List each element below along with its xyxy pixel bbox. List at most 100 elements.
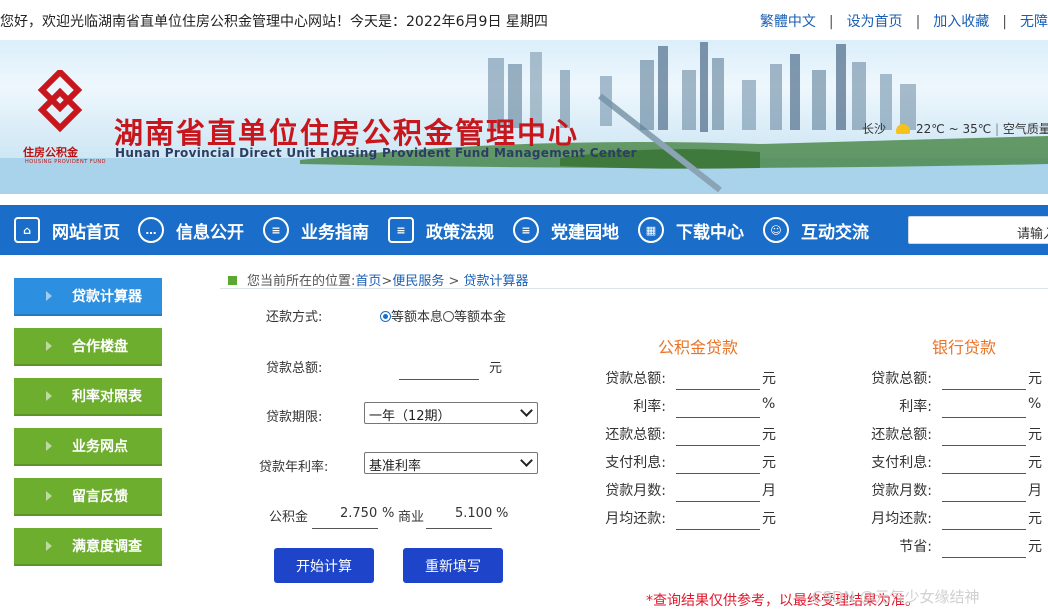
repay-method-label: 还款方式: bbox=[266, 310, 323, 325]
nav-guide[interactable]: ≡ 业务指南 bbox=[263, 205, 369, 255]
nav-party[interactable]: ≡ 党建园地 bbox=[513, 205, 619, 255]
calculate-button[interactable]: 开始计算 bbox=[274, 548, 374, 583]
loan-term-label: 贷款期限: bbox=[266, 410, 323, 425]
savings-unit: 元 bbox=[1028, 539, 1042, 555]
gjj-total-field bbox=[676, 389, 760, 390]
set-homepage-link[interactable]: 设为首页 bbox=[847, 14, 903, 30]
gjj-result-label: 利率: bbox=[633, 399, 666, 415]
book-icon: ≡ bbox=[263, 217, 289, 243]
gjj-result-label: 贷款总额: bbox=[605, 371, 666, 387]
repay-method-options: 等额本息 等额本金 bbox=[380, 306, 506, 325]
chat-icon: … bbox=[138, 217, 164, 243]
bank-months-field bbox=[942, 501, 1026, 502]
sidebar-item-service-outlets[interactable]: 业务网点 bbox=[14, 428, 162, 466]
bank-result-title: 银行贷款 bbox=[932, 338, 997, 357]
document-icon: ≡ bbox=[513, 217, 539, 243]
sidebar-item-label: 合作楼盘 bbox=[72, 339, 128, 355]
weather-widget: 长沙 22℃ ~ 35℃ | 空气质量 bbox=[862, 120, 1048, 137]
sidebar-item-survey[interactable]: 满意度调查 bbox=[14, 528, 162, 566]
chevron-down-icon bbox=[520, 404, 533, 417]
gjj-result-unit: 元 bbox=[762, 427, 776, 443]
user-icon: ☺ bbox=[763, 217, 789, 243]
sidebar-item-loan-calculator[interactable]: 贷款计算器 bbox=[14, 278, 162, 316]
search-input[interactable]: 请输入 bbox=[908, 216, 1048, 244]
bank-repay-field bbox=[942, 445, 1026, 446]
loan-rate-select[interactable]: 基准利率 bbox=[364, 452, 538, 474]
gjj-result-unit: 元 bbox=[762, 371, 776, 387]
chevron-down-icon bbox=[520, 454, 533, 467]
site-title-en: Hunan Provincial Direct Unit Housing Pro… bbox=[115, 146, 637, 160]
sidebar-item-feedback[interactable]: 留言反馈 bbox=[14, 478, 162, 516]
loan-rate-label: 贷款年利率: bbox=[259, 460, 329, 475]
message-icon: ≡ bbox=[388, 217, 414, 243]
arrow-icon bbox=[46, 291, 52, 301]
gjj-result-label: 还款总额: bbox=[605, 427, 666, 443]
gjj-rate-underline bbox=[312, 528, 378, 529]
gjj-rate-input[interactable]: 2.750 bbox=[340, 506, 377, 521]
bank-result-unit: 月 bbox=[1028, 483, 1042, 499]
sidebar-item-partner-projects[interactable]: 合作楼盘 bbox=[14, 328, 162, 366]
gjj-interest-field bbox=[676, 473, 760, 474]
bank-total-field bbox=[942, 389, 1026, 390]
nav-home[interactable]: ⌂ 网站首页 bbox=[14, 205, 120, 255]
loan-term-select[interactable]: 一年（12期） bbox=[364, 402, 538, 424]
bank-result-label: 月均还款: bbox=[871, 511, 932, 527]
nav-policy[interactable]: ≡ 政策法规 bbox=[388, 205, 494, 255]
breadcrumb-home-link[interactable]: 首页 bbox=[355, 274, 381, 289]
weather-city: 长沙 bbox=[862, 122, 887, 136]
sidebar-item-label: 利率对照表 bbox=[72, 389, 142, 405]
nav-info[interactable]: … 信息公开 bbox=[138, 205, 244, 255]
bank-result-label: 还款总额: bbox=[871, 427, 932, 443]
loan-total-input[interactable] bbox=[399, 379, 479, 380]
add-favorite-link[interactable]: 加入收藏 bbox=[933, 14, 989, 30]
commercial-rate-pct: % bbox=[496, 506, 509, 521]
welcome-text: 您好，欢迎光临湖南省直单位住房公积金管理中心网站！今天是：2022年6月9日 星… bbox=[0, 14, 548, 30]
nav-download[interactable]: ▦ 下载中心 bbox=[638, 205, 744, 255]
radio-equal-principal[interactable] bbox=[443, 311, 455, 322]
bank-result-unit: 元 bbox=[1028, 427, 1042, 443]
radio-equal-principal-label: 等额本金 bbox=[454, 310, 507, 325]
nav-interact[interactable]: ☺ 互动交流 bbox=[763, 205, 869, 255]
nav-download-label: 下载中心 bbox=[676, 222, 744, 243]
gjj-result-label: 支付利息: bbox=[605, 455, 666, 471]
commercial-rate-input[interactable]: 5.100 bbox=[455, 506, 492, 521]
gjj-rate-pct: % bbox=[382, 506, 395, 521]
breadcrumb-current-link[interactable]: 贷款计算器 bbox=[464, 274, 529, 289]
breadcrumb-section-link[interactable]: 便民服务 bbox=[392, 274, 444, 289]
nav-guide-label: 业务指南 bbox=[301, 222, 369, 243]
sidebar-item-rate-table[interactable]: 利率对照表 bbox=[14, 378, 162, 416]
watermark: CSDN @元气少女缘结神 bbox=[812, 588, 980, 606]
arrow-icon bbox=[46, 491, 52, 501]
nav-info-label: 信息公开 bbox=[176, 222, 244, 243]
home-icon: ⌂ bbox=[14, 217, 40, 243]
bank-rate-field bbox=[942, 417, 1026, 418]
loan-rate-value: 基准利率 bbox=[369, 459, 422, 474]
commercial-rate-underline bbox=[426, 528, 492, 529]
gjj-result-unit: 元 bbox=[762, 511, 776, 527]
bank-result-label: 贷款月数: bbox=[871, 483, 932, 499]
nav-interact-label: 互动交流 bbox=[801, 222, 869, 243]
savings-label: 节省: bbox=[899, 539, 932, 555]
traditional-chinese-link[interactable]: 繁體中文 bbox=[760, 14, 816, 30]
header-banner: 住房公积金 HOUSING PROVIDENT FUND 湖南省直单位住房公积金… bbox=[0, 40, 1048, 194]
gjj-result-label: 月均还款: bbox=[605, 511, 666, 527]
bank-result-unit: 元 bbox=[1028, 371, 1042, 387]
main-nav: ⌂ 网站首页 … 信息公开 ≡ 业务指南 ≡ 政策法规 ≡ 党建园地 ▦ 下载中心 ☺ 互动交… bbox=[0, 205, 1048, 255]
breadcrumb-divider bbox=[220, 288, 1048, 289]
bank-result-label: 利率: bbox=[899, 399, 932, 415]
sidebar-item-label: 留言反馈 bbox=[72, 489, 128, 505]
gjj-result-unit: 元 bbox=[762, 455, 776, 471]
accessibility-link[interactable]: 无障 bbox=[1020, 14, 1048, 30]
arrow-icon bbox=[46, 341, 52, 351]
reset-button[interactable]: 重新填写 bbox=[403, 548, 503, 583]
nav-party-label: 党建园地 bbox=[551, 222, 619, 243]
air-quality-label: 空气质量 bbox=[1002, 122, 1048, 136]
sidebar-item-label: 业务网点 bbox=[72, 439, 128, 455]
grid-icon: ▦ bbox=[638, 217, 664, 243]
gjj-result-label: 贷款月数: bbox=[605, 483, 666, 499]
sidebar-item-label: 贷款计算器 bbox=[72, 289, 142, 305]
radio-equal-installment[interactable] bbox=[380, 311, 391, 322]
commercial-rate-label: 商业 bbox=[398, 510, 425, 525]
breadcrumb-prefix: 您当前所在的位置: bbox=[247, 274, 356, 289]
gjj-rate-field bbox=[676, 417, 760, 418]
